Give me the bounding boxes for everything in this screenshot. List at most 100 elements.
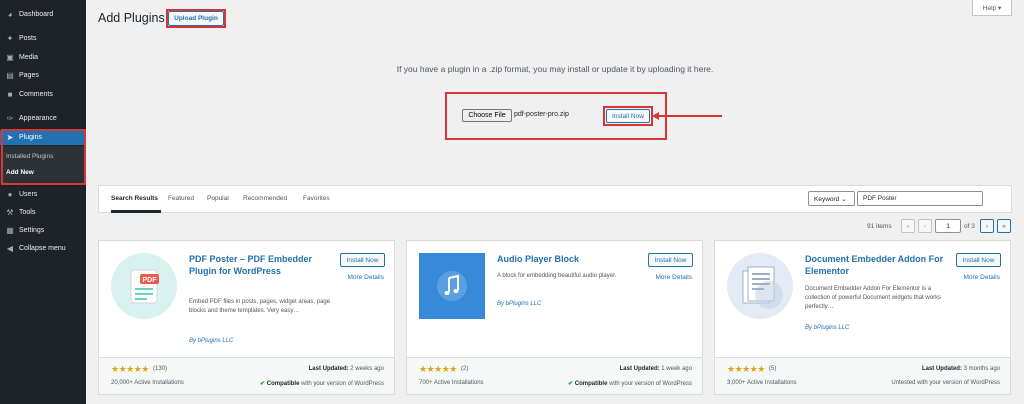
plugin-author[interactable]: By bPlugins LLC (497, 301, 541, 307)
sidebar-item-settings[interactable]: ▦ Settings (0, 223, 86, 238)
check-icon: ✔ (260, 381, 266, 387)
rating-count: (5) (769, 366, 777, 372)
last-updated: Last Updated: 2 weeks ago (309, 366, 384, 372)
plugin-description: A block for embedding beautiful audio pl… (497, 273, 617, 279)
last-page-button[interactable]: » (997, 219, 1011, 233)
sidebar-item-label: Users (19, 191, 38, 198)
selected-file-name: pdf-poster-pro.zip (514, 111, 569, 118)
install-now-button[interactable]: Install Now (606, 109, 650, 123)
tab-favorites[interactable]: Favorites (303, 195, 330, 202)
settings-icon: ▦ (6, 225, 14, 235)
check-icon: ✔ (568, 381, 574, 387)
next-page-button[interactable]: › (980, 219, 994, 233)
last-updated: Last Updated: 3 months ago (922, 366, 1000, 372)
plugin-description: Document Embedder Addon For Elementor is… (805, 286, 942, 310)
plugin-name[interactable]: Document Embedder Addon For Elementor (805, 253, 945, 277)
first-page-button[interactable]: « (901, 219, 915, 233)
brush-icon: ✑ (6, 113, 14, 123)
last-updated-label: Last Updated: (308, 366, 349, 372)
active-installations: 3,000+ Active Installations (727, 380, 797, 386)
plugin-name[interactable]: PDF Poster – PDF Embedder Plugin for Wor… (189, 253, 329, 277)
sidebar-item-label: Tools (19, 209, 36, 216)
collapse-menu-button[interactable]: ◀ Collapse menu (0, 241, 86, 256)
plug-icon: ➤ (6, 132, 14, 142)
dashboard-icon: ◕ (7, 9, 13, 19)
sidebar-item-label: Posts (19, 35, 37, 42)
plugin-card: Document Embedder Addon For Elementor Do… (714, 240, 1011, 395)
pdf-document-icon: PDF (111, 253, 177, 319)
search-plugins-input[interactable]: PDF Poster (857, 191, 983, 206)
compatibility-text: with your version of WordPress (301, 381, 384, 387)
upload-instruction: If you have a plugin in a .zip format, y… (396, 64, 714, 74)
tab-featured[interactable]: Featured (168, 195, 194, 202)
annotation-arrow (655, 115, 722, 117)
install-now-button[interactable]: Install Now (956, 253, 1001, 267)
sidebar-item-label: Media (19, 54, 39, 61)
compatibility-status: ✔ Compatible with your version of WordPr… (260, 380, 384, 387)
compatibility-label: Compatible (574, 381, 608, 387)
more-details-link[interactable]: More Details (348, 274, 384, 281)
install-now-button[interactable]: Install Now (340, 253, 385, 267)
submenu-add-new[interactable]: Add New (6, 169, 34, 176)
sidebar-item-dashboard[interactable]: ◕ Dashboard (0, 7, 86, 22)
wrench-icon: ⚒ (6, 207, 14, 217)
collapse-icon: ◀ (6, 243, 14, 253)
prev-page-button[interactable]: ‹ (918, 219, 932, 233)
search-type-select[interactable]: Keyword ⌄ (808, 191, 855, 206)
star-rating-icon: ★★★★★ (727, 364, 765, 374)
user-icon: ● (7, 189, 13, 199)
rating-count: (2) (461, 366, 469, 372)
plugins-submenu: Installed Plugins Add New (0, 146, 86, 184)
tab-popular[interactable]: Popular (207, 195, 229, 202)
plugin-thumbnail[interactable] (419, 253, 485, 319)
sidebar-item-plugins[interactable]: ➤ Plugins (0, 130, 86, 145)
submenu-installed-plugins[interactable]: Installed Plugins (6, 153, 53, 160)
sidebar-item-label: Appearance (19, 115, 57, 122)
help-tab[interactable]: Help ▾ (972, 0, 1012, 16)
choose-file-button[interactable]: Choose File (462, 109, 512, 122)
install-now-button[interactable]: Install Now (648, 253, 693, 267)
sidebar-item-media[interactable]: ▣ Media (0, 50, 86, 65)
last-updated-value: 1 week ago (661, 366, 692, 372)
active-installations: 20,000+ Active Installations (111, 380, 184, 386)
plugin-card-footer: ★★★★★ (5) 3,000+ Active Installations La… (715, 357, 1010, 394)
upload-plugin-button[interactable]: Upload Plugin (168, 11, 224, 26)
star-rating-icon: ★★★★★ (111, 364, 149, 374)
rating-count: (130) (153, 366, 168, 372)
sidebar-item-posts[interactable]: ✦ Posts (0, 31, 86, 46)
plugin-author[interactable]: By bPlugins LLC (805, 325, 849, 331)
plugin-author[interactable]: By bPlugins LLC (189, 338, 233, 344)
plugin-thumbnail[interactable]: PDF (111, 253, 177, 319)
compatibility-label: Compatible (266, 381, 300, 387)
current-page-input[interactable]: 1 (935, 219, 961, 233)
plugin-card: Audio Player Block A block for embedding… (406, 240, 703, 395)
sidebar-item-appearance[interactable]: ✑ Appearance (0, 111, 86, 126)
plugin-name[interactable]: Audio Player Block (497, 253, 637, 265)
sidebar-item-pages[interactable]: ▤ Pages (0, 68, 86, 83)
sidebar-item-label: Comments (19, 91, 53, 98)
plugin-thumbnail[interactable] (727, 253, 793, 319)
last-updated-value: 2 weeks ago (350, 366, 384, 372)
music-note-icon (437, 271, 467, 301)
active-installations: 700+ Active Installations (419, 380, 484, 386)
plugin-card: PDF PDF Poster – PDF Embedder Plugin for… (98, 240, 395, 395)
pages-icon: ▤ (6, 70, 14, 80)
page-title: Add Plugins (98, 11, 165, 25)
sidebar-item-label: Pages (19, 72, 39, 79)
sidebar-item-users[interactable]: ● Users (0, 187, 86, 202)
sidebar-item-tools[interactable]: ⚒ Tools (0, 205, 86, 220)
last-updated-label: Last Updated: (921, 366, 962, 372)
sidebar-item-label: Dashboard (19, 11, 54, 18)
more-details-link[interactable]: More Details (656, 274, 692, 281)
sidebar-item-comments[interactable]: ■ Comments (0, 87, 86, 102)
tab-recommended[interactable]: Recommended (243, 195, 287, 202)
svg-text:PDF: PDF (143, 277, 158, 284)
sidebar-item-label: Settings (19, 227, 45, 234)
sidebar-item-label: Collapse menu (19, 245, 66, 252)
more-details-link[interactable]: More Details (964, 274, 1000, 281)
document-icon (727, 253, 793, 319)
last-updated-value: 3 months ago (963, 366, 1000, 372)
plugin-description: Embed PDF files in posts, pages, widget … (189, 299, 331, 314)
media-icon: ▣ (6, 52, 14, 62)
tab-search-results[interactable]: Search Results (111, 195, 158, 202)
